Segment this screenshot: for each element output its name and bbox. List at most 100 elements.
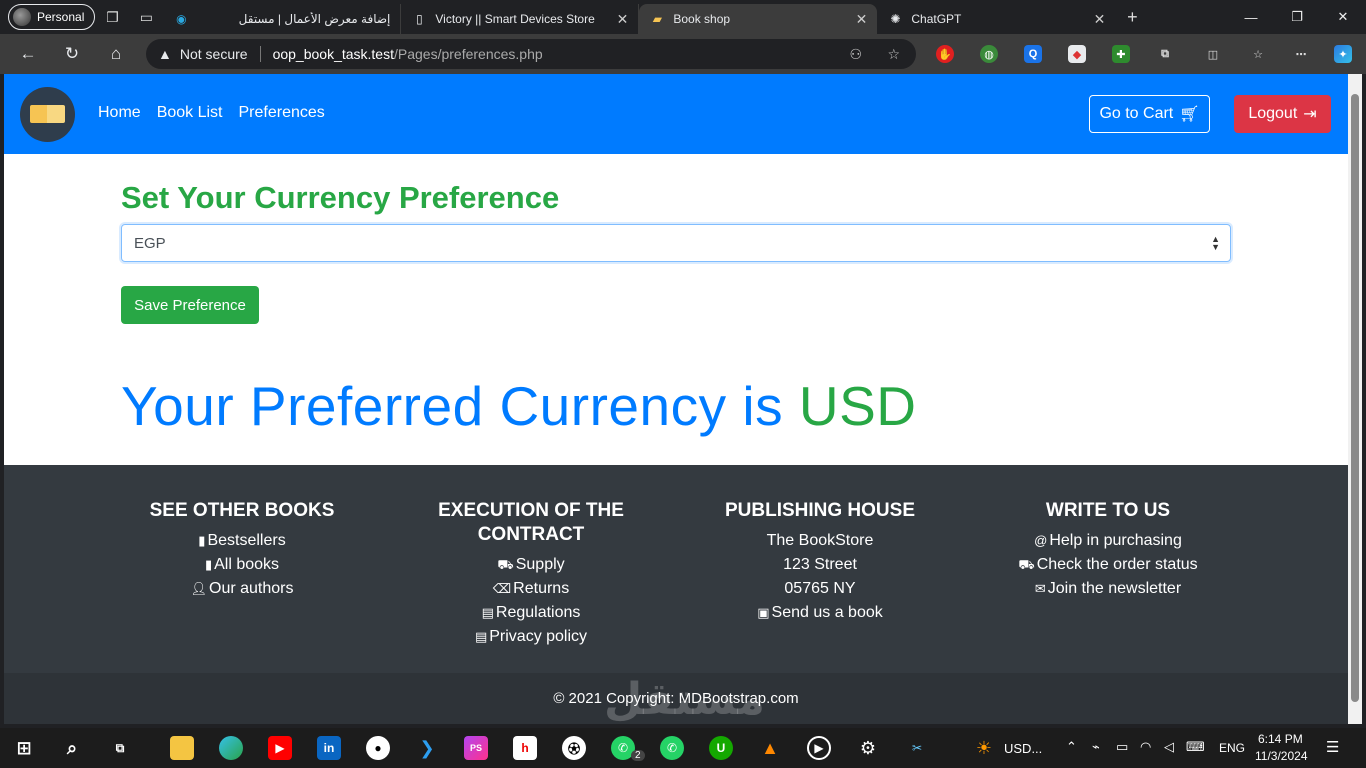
linkedin-icon[interactable]: in <box>317 736 341 760</box>
tab-book-shop[interactable]: ▰ Book shop ✕ <box>639 4 878 34</box>
close-tab-icon[interactable]: ✕ <box>856 11 868 28</box>
new-tab-icon[interactable]: + <box>1115 7 1149 28</box>
footer-heading: SEE OTHER BOOKS <box>149 500 335 521</box>
task-view-icon[interactable]: ⧉ <box>108 736 132 760</box>
wifi-icon[interactable]: ◠ <box>1140 739 1151 755</box>
briefcase-icon: ▣ <box>757 605 770 620</box>
footer-link[interactable]: ✉ Join the newsletter <box>978 577 1238 601</box>
security-label[interactable]: Not secure <box>180 46 248 62</box>
site-footer: SEE OTHER BOOKS ▮ Bestsellers ▮ All books … <box>4 465 1348 673</box>
footer-column-publishing: PUBLISHING HOUSE The BookStore 123 Stree… <box>690 499 950 625</box>
volume-icon[interactable]: ◁ <box>1164 739 1174 755</box>
refresh-icon[interactable]: ↻ <box>50 34 94 74</box>
currency-select[interactable]: EGP ▲ ▼ <box>121 224 1231 262</box>
footer-link[interactable]: ▮ All books <box>112 553 372 577</box>
book-favicon: ▰ <box>652 12 662 26</box>
extension-shield-icon[interactable]: ◆ <box>1068 45 1086 63</box>
footer-link[interactable]: ▤ Regulations <box>401 601 661 625</box>
extension-puzzle-green-icon[interactable]: ✚ <box>1112 45 1130 63</box>
tab-victory[interactable]: ▯ Victory || Smart Devices Store ✕ <box>401 4 640 34</box>
snipping-tool-icon[interactable]: ✂ <box>905 736 929 760</box>
logout-button[interactable]: Logout ⇥ <box>1234 95 1331 133</box>
nav-home-link[interactable]: Home <box>98 104 141 122</box>
upwork-icon[interactable]: U <box>709 736 733 760</box>
tab-mostaql[interactable]: ◉ إضافة معرض الأعمال | مستقل <box>163 4 402 34</box>
hackerrank-icon[interactable]: h <box>513 736 537 760</box>
nav-book-list-link[interactable]: Book List <box>157 104 223 122</box>
footer-link[interactable]: ▮ Bestsellers <box>112 529 372 553</box>
extension-q-icon[interactable]: Q <box>1024 45 1042 63</box>
page-title: Set Your Currency Preference <box>121 180 560 215</box>
battery-icon[interactable]: ▭ <box>1116 739 1128 755</box>
usb-icon[interactable]: ⌁ <box>1092 739 1100 755</box>
close-tab-icon[interactable]: ✕ <box>617 11 629 28</box>
footer-link[interactable]: ⛟ Supply <box>401 553 661 577</box>
keyboard-icon[interactable]: ⌨ <box>1186 739 1205 755</box>
nav-preferences-link[interactable]: Preferences <box>239 104 325 122</box>
window-controls: — ❐ ✕ <box>1228 0 1366 34</box>
extension-globe-icon[interactable]: ◍ <box>980 45 998 63</box>
extensions-icon[interactable]: ⧉ <box>1156 45 1174 63</box>
footer-link[interactable]: ▣ Send us a book <box>690 601 950 625</box>
pinned-window-label[interactable]: USD... <box>1004 741 1042 756</box>
person-icon[interactable]: ⚇ <box>849 46 862 63</box>
footer-link[interactable]: ⌫ Returns <box>401 577 661 601</box>
more-menu-icon[interactable]: ⋯ <box>1292 45 1310 63</box>
windows-start-icon[interactable]: ⊞ <box>12 736 36 760</box>
split-screen-icon[interactable]: ◫ <box>1204 45 1222 63</box>
footer-address-line: 05765 NY <box>784 580 856 597</box>
clock-date[interactable]: 11/3/2024 <box>1255 749 1308 763</box>
back-icon[interactable]: ← <box>6 34 50 74</box>
favorite-star-icon[interactable]: ☆ <box>887 46 900 63</box>
minimize-icon[interactable]: — <box>1228 0 1274 34</box>
footer-link[interactable]: ⛟ Check the order status <box>978 553 1238 577</box>
at-icon: @ <box>1034 533 1048 548</box>
search-icon[interactable]: ⌕ <box>60 736 84 760</box>
footer-heading: EXECUTION OF THE CONTRACT <box>401 499 661 547</box>
address-bar[interactable]: ▲ Not secure oop_book_task.test/Pages/pr… <box>146 39 916 69</box>
restore-icon[interactable]: ❐ <box>1274 0 1320 34</box>
clock-time[interactable]: 6:14 PM <box>1258 732 1303 746</box>
footer-column-contract: EXECUTION OF THE CONTRACT ⛟ Supply ⌫ Return… <box>401 499 661 649</box>
show-hidden-icons[interactable]: ⌃ <box>1066 739 1077 755</box>
football-app-icon[interactable]: ⚽︎ <box>562 736 586 760</box>
media-player-icon[interactable]: ▶ <box>807 736 831 760</box>
scrollbar-thumb[interactable] <box>1351 94 1359 702</box>
workspaces-icon[interactable]: ❐ <box>95 0 129 34</box>
language-indicator[interactable]: ENG <box>1219 741 1245 755</box>
youtube-icon[interactable]: ▶ <box>268 736 292 760</box>
footer-link[interactable]: ▤ Privacy policy <box>401 625 661 649</box>
footer-address-line: 123 Street <box>783 556 857 573</box>
file-explorer-icon[interactable] <box>170 736 194 760</box>
currency-select-value: EGP <box>134 234 166 252</box>
vlc-icon[interactable]: ▲ <box>758 736 782 760</box>
tab-chatgpt[interactable]: ✺ ChatGPT ✕ <box>877 4 1115 34</box>
weather-sun-icon[interactable]: ☀ <box>972 736 996 760</box>
save-preference-button[interactable]: Save Preference <box>121 286 259 324</box>
copilot-icon[interactable]: ✦ <box>1334 45 1352 63</box>
close-window-icon[interactable]: ✕ <box>1320 0 1366 34</box>
tab-actions-icon[interactable]: ▭ <box>129 0 163 34</box>
footer-heading: PUBLISHING HOUSE <box>724 500 916 521</box>
close-tab-icon[interactable]: ✕ <box>1094 11 1106 28</box>
page-scrollbar[interactable] <box>1348 74 1362 724</box>
settings-gear-icon[interactable]: ⚙ <box>856 736 880 760</box>
footer-link[interactable]: 👤︎ Our authors <box>112 577 372 601</box>
edge-icon[interactable] <box>219 736 243 760</box>
whatsapp-web-icon[interactable]: ✆ <box>660 736 684 760</box>
profile-button[interactable]: Personal <box>8 4 96 30</box>
github-icon[interactable]: ● <box>366 736 390 760</box>
tab-title: Book shop <box>673 12 731 26</box>
go-to-cart-button[interactable]: Go to Cart 🛒︎ <box>1089 95 1210 133</box>
book-icon: ▮ <box>198 533 206 548</box>
adblock-icon[interactable]: ✋ <box>936 45 954 63</box>
book-logo-icon[interactable] <box>20 87 75 142</box>
notifications-icon[interactable]: ☰ <box>1326 738 1339 756</box>
phpstorm-icon[interactable]: PS <box>464 736 488 760</box>
footer-link-label: Bestsellers <box>207 532 286 549</box>
vscode-icon[interactable]: ❯ <box>415 736 439 760</box>
home-icon[interactable]: ⌂ <box>94 34 138 74</box>
footer-link[interactable]: @ Help in purchasing <box>978 529 1238 553</box>
favorites-icon[interactable]: ☆ <box>1249 45 1267 63</box>
preferred-currency-heading: Your Preferred Currency is USD <box>121 374 916 438</box>
